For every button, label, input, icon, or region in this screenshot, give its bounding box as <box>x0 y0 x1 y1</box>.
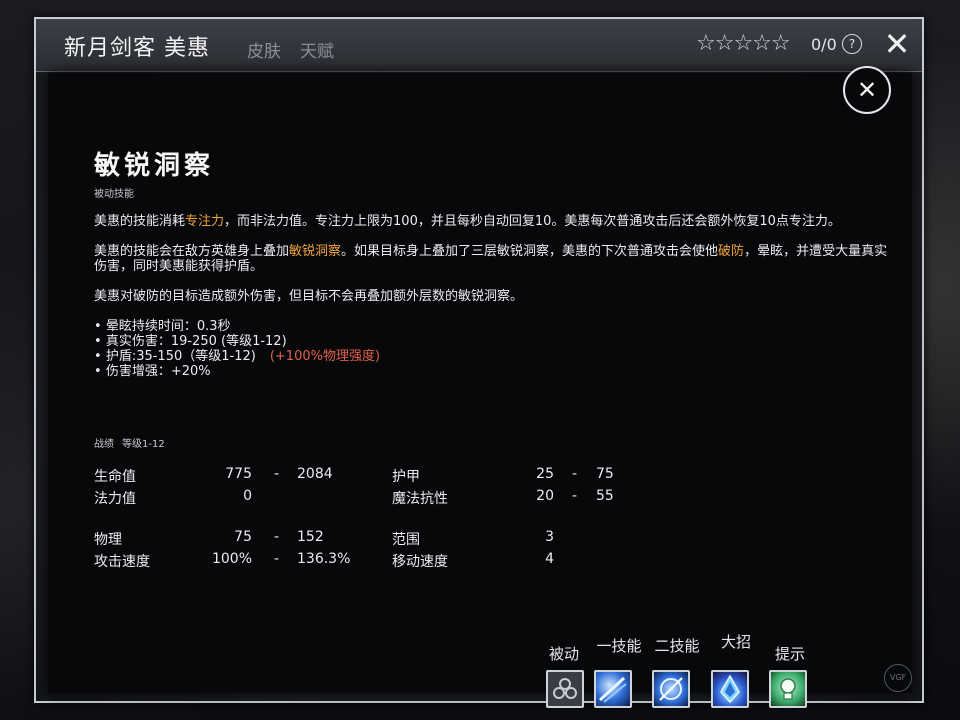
stat-dash: - <box>572 488 578 504</box>
window-close-button[interactable]: ✕ <box>882 28 912 60</box>
rating-count: 0/0 <box>811 35 837 54</box>
ultimate-icon <box>720 674 740 704</box>
ability-slot-skill-2[interactable] <box>652 670 690 708</box>
stat-min: 3 <box>545 529 554 545</box>
stat-label: 生命值 <box>94 469 136 485</box>
ability-bullets: 晕眩持续时间：0.3秒 真实伤害：19-250 (等级1-12) 护盾:35-1… <box>94 319 894 379</box>
ability-description: 美惠的技能消耗专注力，而非法力值。专注力上限为100，并且每秒自动回复10。美惠… <box>94 214 894 379</box>
stat-min: 25 <box>536 466 554 482</box>
stat-label: 护甲 <box>392 469 420 485</box>
shield-scaling: (+100%物理强度) <box>269 349 381 364</box>
passive-icon <box>553 678 577 699</box>
desc-text: 美惠的技能消耗 <box>94 214 186 229</box>
stats-title: 战绩 <box>94 439 114 450</box>
stat-min: 75 <box>234 529 252 545</box>
keyword-focus: 专注力 <box>185 214 225 229</box>
bullet-shield: 护盾:35-150（等级1-12) (+100%物理强度) <box>94 349 894 364</box>
bullet-damage-boost: 伤害增强：+20% <box>94 364 894 379</box>
ability-slot-ultimate[interactable] <box>711 670 749 708</box>
ability-detail-panel: 敏锐洞察 被动技能 美惠的技能消耗专注力，而非法力值。专注力上限为100，并且每… <box>48 73 912 693</box>
ability-type: 被动技能 <box>94 189 134 200</box>
label-passive: 被动 <box>548 645 579 663</box>
tab-talent[interactable]: 天赋 <box>300 37 334 62</box>
desc-paragraph-3: 美惠对破防的目标造成额外伤害，但目标不会再叠加额外层数的敏锐洞察。 <box>94 289 524 304</box>
bullet-stun: 晕眩持续时间：0.3秒 <box>94 319 894 334</box>
desc-paragraph-1: 美惠的技能消耗专注力，而非法力值。专注力上限为100，并且每秒自动回复10。美惠… <box>94 214 894 229</box>
stat-label: 攻击速度 <box>94 554 150 570</box>
keyword-armor-break: 破防 <box>718 244 745 259</box>
stat-dash: - <box>274 466 280 482</box>
stat-label: 魔法抗性 <box>392 491 448 507</box>
stats-level-range: 等级1-12 <box>122 439 165 450</box>
stat-max: 136.3% <box>297 551 351 567</box>
ability-close-button[interactable]: ✕ <box>843 66 891 114</box>
ability-slot-hint[interactable] <box>769 670 807 708</box>
stat-label: 范围 <box>392 532 420 548</box>
stats-heading: 战绩 等级1-12 <box>94 435 165 450</box>
ability-slot-passive[interactable] <box>546 670 584 708</box>
label-hint: 提示 <box>774 645 805 663</box>
stat-max: 75 <box>596 466 614 482</box>
window-header: 新月剑客 美惠 皮肤 天赋 ☆☆☆☆☆ 0/0 ? ✕ <box>36 19 922 72</box>
stat-max: 55 <box>596 488 614 504</box>
stat-min: 775 <box>225 466 252 482</box>
stat-min: 4 <box>545 551 554 567</box>
help-icon[interactable]: ? <box>842 34 862 54</box>
ability-slot-skill-1[interactable] <box>594 670 632 708</box>
desc-text: 美惠的技能会在敌方英雄身上叠加 <box>94 244 290 259</box>
skill1-icon <box>598 676 627 703</box>
stat-dash: - <box>274 551 280 567</box>
stat-min: 20 <box>536 488 554 504</box>
stat-max: 2084 <box>297 466 333 482</box>
stat-label: 移动速度 <box>392 554 448 570</box>
stat-min: 100% <box>211 551 252 567</box>
hero-info-window: 新月剑客 美惠 皮肤 天赋 ☆☆☆☆☆ 0/0 ? ✕ 敏锐洞察 被动技能 美惠… <box>34 17 924 708</box>
label-skill-2: 二技能 <box>654 637 700 655</box>
skill2-icon <box>659 677 683 701</box>
watermark-logo: VGF <box>884 664 912 692</box>
hero-name: 新月剑客 美惠 <box>64 36 210 61</box>
stat-label: 法力值 <box>94 491 136 507</box>
stat-dash: - <box>274 529 280 545</box>
label-ultimate: 大招 <box>720 633 751 651</box>
hint-icon <box>780 678 796 700</box>
star-rating-icons[interactable]: ☆☆☆☆☆ <box>696 32 791 56</box>
desc-text: ，而非法力值。专注力上限为100，并且每秒自动回复10。美惠每次普通攻击后还会额… <box>224 214 841 229</box>
tab-skin[interactable]: 皮肤 <box>247 37 281 62</box>
shield-text: 护盾:35-150（等级1-12) <box>105 349 256 364</box>
desc-text: 。如果目标身上叠加了三层敏锐洞察，美惠的下次普通攻击会使他 <box>341 244 719 259</box>
bullet-true-damage: 真实伤害：19-250 (等级1-12) <box>94 334 894 349</box>
stat-max: 152 <box>297 529 324 545</box>
stat-dash: - <box>572 466 578 482</box>
ability-title: 敏锐洞察 <box>94 151 215 181</box>
stat-label: 物理 <box>94 532 122 548</box>
stat-min: 0 <box>243 488 252 504</box>
label-skill-1: 一技能 <box>596 637 642 655</box>
keyword-insight: 敏锐洞察 <box>289 244 342 259</box>
desc-paragraph-2: 美惠的技能会在敌方英雄身上叠加敏锐洞察。如果目标身上叠加了三层敏锐洞察，美惠的下… <box>94 244 894 274</box>
